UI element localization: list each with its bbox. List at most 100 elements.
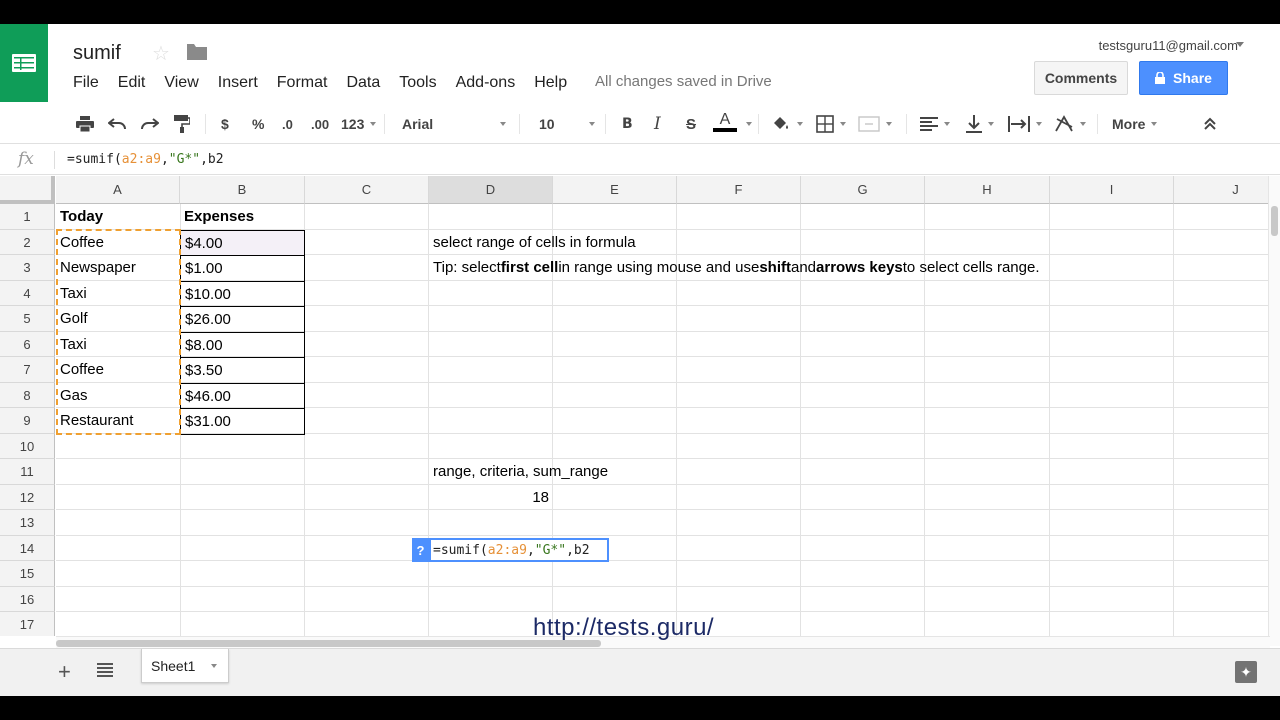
row-header[interactable]: 7 xyxy=(0,357,55,383)
document-title[interactable]: sumif xyxy=(73,42,121,65)
row-header[interactable]: 9 xyxy=(0,408,55,434)
cell-b4[interactable]: $10.00 xyxy=(180,281,305,307)
cell-b7[interactable]: $3.50 xyxy=(180,357,305,384)
text-color-button[interactable]: A xyxy=(713,112,737,136)
column-header-e[interactable]: E xyxy=(553,176,677,204)
column-header-g[interactable]: G xyxy=(801,176,925,204)
column-header-j[interactable]: J xyxy=(1174,176,1270,204)
font-size-dropdown[interactable]: 10 xyxy=(539,112,595,136)
cell-d3[interactable]: Tip: select first cell in range using mo… xyxy=(429,255,1040,280)
cell-a7[interactable]: Coffee xyxy=(56,357,180,382)
cell-b1[interactable]: Expenses xyxy=(180,204,304,229)
horizontal-align-icon[interactable] xyxy=(920,112,950,136)
cell-editor-d13[interactable]: =sumif(a2:a9, "G*" ,b2 xyxy=(429,538,609,562)
cell-b9[interactable]: $31.00 xyxy=(180,408,305,435)
share-button[interactable]: Share xyxy=(1139,61,1228,95)
cell-a9[interactable]: Restaurant xyxy=(56,408,180,433)
text-rotation-icon[interactable] xyxy=(1054,112,1086,136)
row-header[interactable]: 15 xyxy=(0,561,55,587)
row-header[interactable]: 5 xyxy=(0,306,55,332)
column-header-c[interactable]: C xyxy=(305,176,429,204)
menu-tools[interactable]: Tools xyxy=(399,74,436,92)
percent-format-button[interactable]: % xyxy=(252,112,264,136)
star-icon[interactable]: ☆ xyxy=(152,41,170,66)
print-icon[interactable] xyxy=(76,112,94,136)
cell-a6[interactable]: Taxi xyxy=(56,332,180,357)
text-color-caret[interactable] xyxy=(740,112,752,136)
cell-a2[interactable]: Coffee xyxy=(56,230,180,255)
cell-d10[interactable]: range, criteria, sum_range xyxy=(429,459,608,484)
font-family-dropdown[interactable]: Arial xyxy=(402,112,506,136)
row-header[interactable]: 4 xyxy=(0,281,55,306)
cell-d11[interactable]: 18 xyxy=(429,485,553,510)
bold-button[interactable]: B xyxy=(622,112,633,136)
folder-icon[interactable] xyxy=(187,44,207,65)
fill-color-icon[interactable] xyxy=(771,112,803,136)
cell-b2[interactable]: $4.00 xyxy=(180,230,305,256)
select-all-corner[interactable] xyxy=(0,176,55,204)
column-header-b[interactable]: B xyxy=(180,176,305,204)
comments-button[interactable]: Comments xyxy=(1034,61,1128,95)
save-status[interactable]: All changes saved in Drive xyxy=(595,73,772,90)
number-format-dropdown[interactable]: 123 xyxy=(341,112,377,136)
italic-button[interactable]: I xyxy=(654,112,661,136)
menu-help[interactable]: Help xyxy=(534,74,567,92)
decrease-decimal-button[interactable]: .0 xyxy=(282,112,293,136)
cell-a3[interactable]: Newspaper xyxy=(56,255,180,280)
cell-b5[interactable]: $26.00 xyxy=(180,306,305,333)
borders-icon[interactable] xyxy=(816,112,846,136)
column-header-f[interactable]: F xyxy=(677,176,801,204)
column-header-h[interactable]: H xyxy=(925,176,1050,204)
vertical-scrollbar[interactable] xyxy=(1268,176,1280,646)
row-header[interactable]: 12 xyxy=(0,485,55,510)
row-header[interactable]: 17 xyxy=(0,612,55,636)
row-header[interactable]: 1 xyxy=(0,204,55,230)
row-header[interactable]: 6 xyxy=(0,332,55,357)
column-header-d[interactable]: D xyxy=(429,176,553,204)
spreadsheet-grid[interactable]: A B C D E F G H I J 1 2 3 4 5 6 7 8 9 10… xyxy=(0,176,1270,636)
formula-input[interactable]: =sumif(a2:a9,"G*",b2 xyxy=(67,152,224,167)
row-header[interactable]: 14 xyxy=(0,536,55,561)
menu-addons[interactable]: Add-ons xyxy=(456,74,516,92)
cell-b8[interactable]: $46.00 xyxy=(180,383,305,409)
sheet-tab-sheet1[interactable]: Sheet1 xyxy=(141,649,229,683)
formula-help-button[interactable]: ? xyxy=(412,538,429,562)
menu-view[interactable]: View xyxy=(164,74,198,92)
menu-data[interactable]: Data xyxy=(346,74,380,92)
cell-b3[interactable]: $1.00 xyxy=(180,255,305,282)
strikethrough-button[interactable]: S xyxy=(686,112,696,136)
row-header[interactable]: 3 xyxy=(0,255,55,281)
column-header-a[interactable]: A xyxy=(56,176,180,204)
add-sheet-icon[interactable]: + xyxy=(58,659,71,685)
merge-cells-icon[interactable] xyxy=(858,112,892,136)
row-header[interactable]: 11 xyxy=(0,459,55,485)
more-dropdown[interactable]: More xyxy=(1112,112,1158,136)
redo-icon[interactable] xyxy=(141,112,159,136)
cell-a1[interactable]: Today xyxy=(56,204,180,229)
vertical-align-icon[interactable] xyxy=(966,112,994,136)
sheets-logo-icon[interactable] xyxy=(0,24,48,102)
cell-a8[interactable]: Gas xyxy=(56,383,180,408)
text-wrapping-icon[interactable] xyxy=(1008,112,1042,136)
increase-decimal-button[interactable]: .00 xyxy=(311,112,329,136)
column-header-i[interactable]: I xyxy=(1050,176,1174,204)
paint-format-icon[interactable] xyxy=(174,112,190,136)
currency-format-button[interactable]: $ xyxy=(221,112,229,136)
cell-b6[interactable]: $8.00 xyxy=(180,332,305,358)
row-header[interactable]: 10 xyxy=(0,434,55,459)
menu-insert[interactable]: Insert xyxy=(218,74,258,92)
chevron-down-icon[interactable] xyxy=(211,663,218,668)
account-caret-icon[interactable] xyxy=(1236,42,1244,47)
menu-edit[interactable]: Edit xyxy=(118,74,146,92)
menu-format[interactable]: Format xyxy=(277,74,328,92)
cell-a4[interactable]: Taxi xyxy=(56,281,180,306)
cell-a5[interactable]: Golf xyxy=(56,306,180,331)
account-email[interactable]: testsguru11@gmail.com xyxy=(1099,38,1238,53)
row-header[interactable]: 13 xyxy=(0,510,55,536)
menu-file[interactable]: File xyxy=(73,74,99,92)
collapse-toolbar-icon[interactable] xyxy=(1203,112,1217,136)
undo-icon[interactable] xyxy=(108,112,126,136)
all-sheets-icon[interactable] xyxy=(97,663,113,682)
vertical-scrollbar-thumb[interactable] xyxy=(1271,206,1278,236)
row-header[interactable]: 2 xyxy=(0,230,55,255)
